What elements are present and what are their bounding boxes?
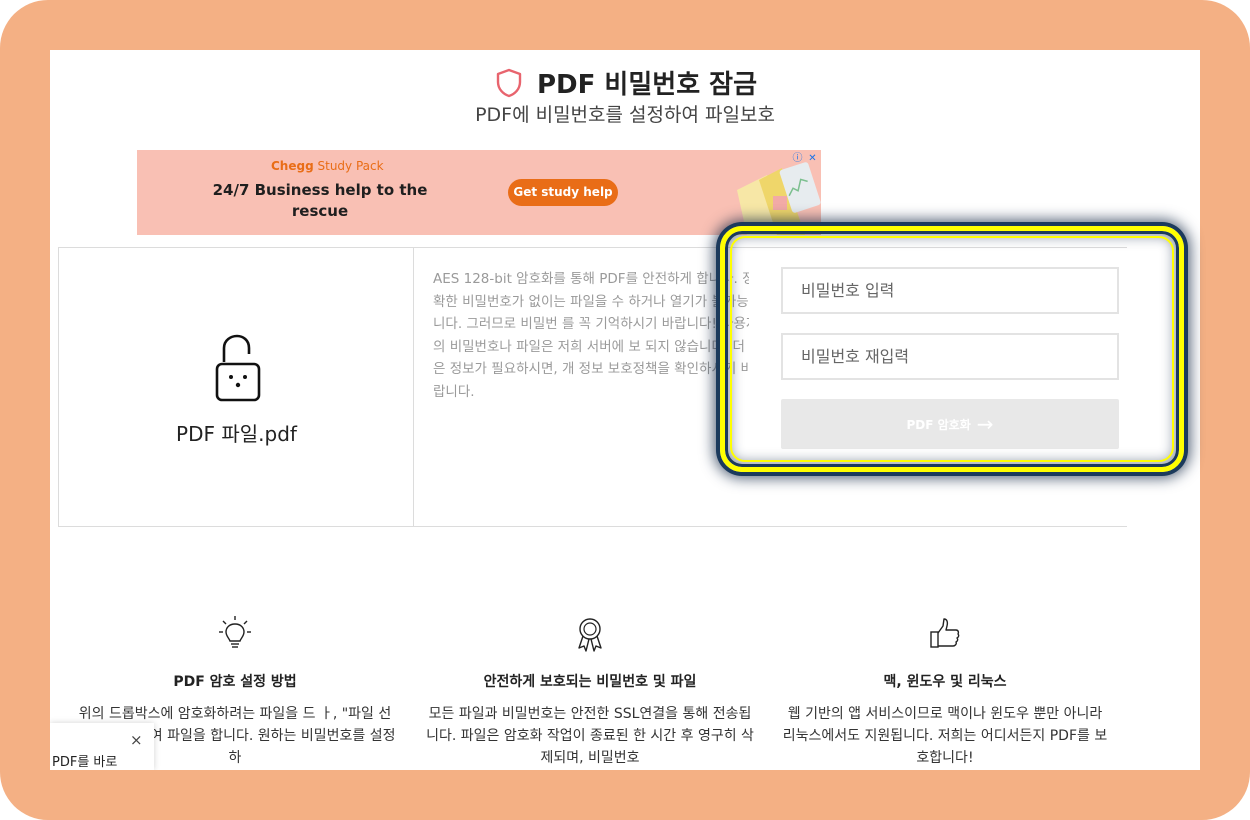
encrypt-tool-panel: PDF 파일.pdf AES 128-bit 암호화를 통해 PDF를 안전하게… — [58, 247, 1127, 527]
popup-text: PDF를 바로 — [52, 755, 118, 770]
unlocked-padlock-icon — [215, 334, 261, 402]
header: PDF 비밀번호 잠금 — [50, 64, 1200, 101]
password-form: PDF 암호화 → — [749, 248, 1127, 526]
thumbs-up-icon — [930, 618, 960, 648]
file-name: PDF 파일.pdf — [176, 422, 297, 446]
ad-controls: ⓘ ✕ — [789, 151, 819, 165]
encrypt-button-label: PDF 암호화 — [906, 417, 971, 432]
feature-title: PDF 암호 설정 방법 — [173, 674, 297, 690]
password-confirm-input[interactable] — [781, 333, 1119, 380]
lightbulb-icon — [219, 616, 251, 648]
feature-security: 안전하게 보호되는 비밀번호 및 파일 모든 파일과 비밀번호는 안전한 SSL… — [425, 615, 755, 769]
award-ribbon-icon — [578, 618, 602, 652]
feature-platforms: 맥, 윈도우 및 리눅스 웹 기반의 앱 서비스이므로 맥이나 윈도우 뿐만 아… — [780, 615, 1110, 769]
page-title: PDF 비밀번호 잠금 — [536, 70, 758, 100]
encryption-description: AES 128-bit 암호화를 통해 PDF를 안전하게 합니다. 정확한 비… — [433, 271, 762, 400]
ad-headline: 24/7 Business help to the rescue — [212, 181, 428, 220]
close-icon[interactable]: × — [130, 731, 143, 749]
feature-title: 안전하게 보호되는 비밀번호 및 파일 — [483, 674, 697, 690]
arrow-right-icon: → — [976, 412, 994, 436]
feature-title: 맥, 윈도우 및 리눅스 — [883, 674, 1007, 690]
bottom-popup[interactable]: PDF를 바로 × — [50, 723, 154, 770]
ad-cta-button[interactable]: Get study help — [508, 179, 618, 206]
ad-brand: Chegg Study Pack — [271, 159, 384, 173]
ad-close-icon[interactable]: ✕ — [806, 152, 819, 165]
file-dropzone[interactable]: PDF 파일.pdf — [59, 248, 414, 526]
ad-info-icon[interactable]: ⓘ — [791, 152, 804, 165]
encrypt-pdf-button[interactable]: PDF 암호화 → — [781, 399, 1119, 449]
feature-text: 웹 기반의 앱 서비스이므로 맥이나 윈도우 뿐만 아니라 리눅스에서도 지원됩… — [782, 706, 1108, 766]
advertisement-banner[interactable]: Chegg Study Pack 24/7 Business help to t… — [137, 150, 821, 235]
feature-text: 모든 파일과 비밀번호는 안전한 SSL연결을 통해 전송됩니다. 파일은 암호… — [426, 706, 754, 766]
shield-icon — [496, 68, 522, 97]
password-input[interactable] — [781, 267, 1119, 314]
page-subtitle: PDF에 비밀번호를 설정하여 파일보호 — [475, 104, 775, 126]
page: PDF 비밀번호 잠금 PDF에 비밀번호를 설정하여 파일보호 Chegg S… — [50, 50, 1200, 770]
